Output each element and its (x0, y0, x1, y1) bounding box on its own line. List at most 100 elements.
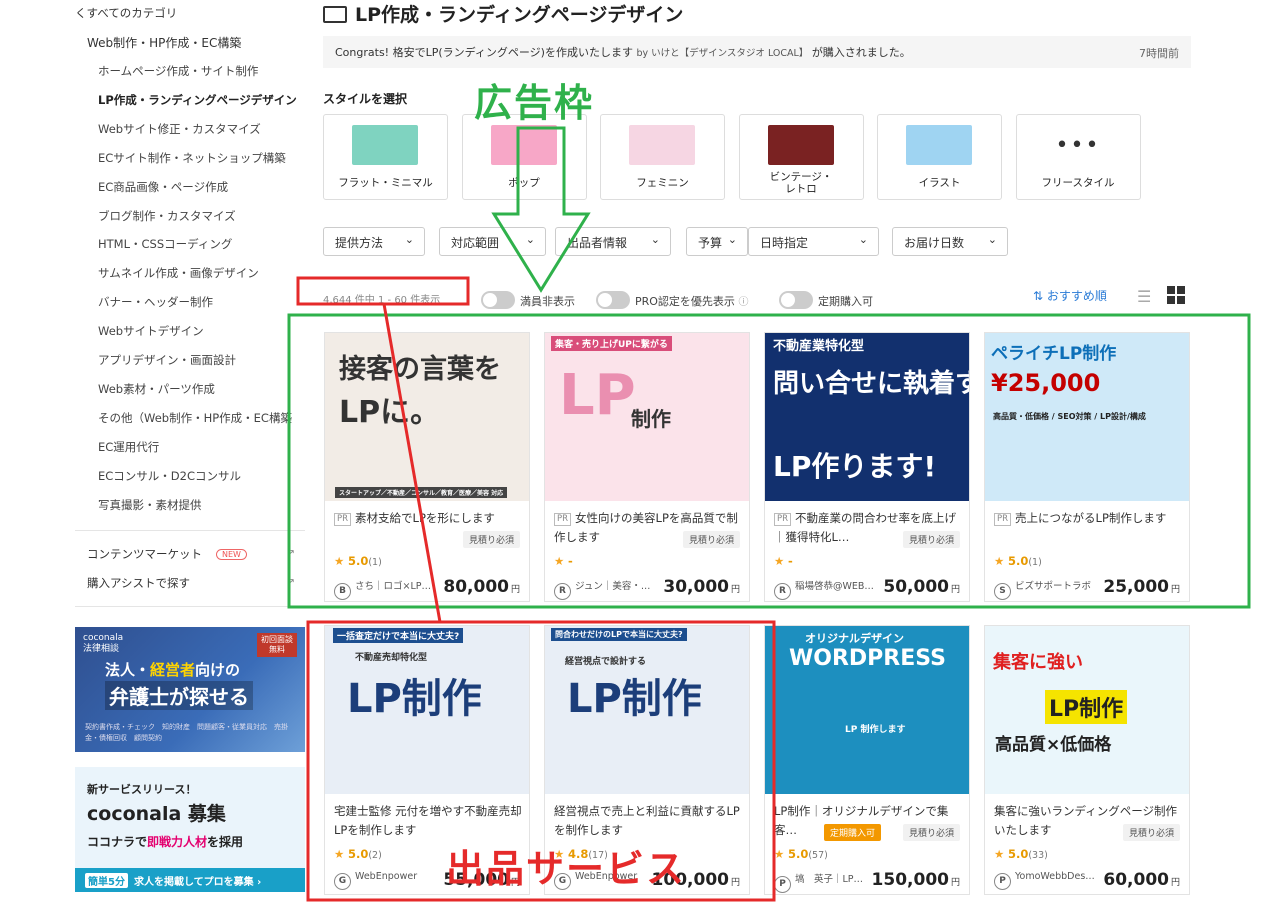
service-card[interactable]: ペライチLP制作 ¥25,000 高品質・低価格 / SEO対策 / LP設計/構成… (984, 332, 1190, 602)
rating-value: 5.0 (1007, 554, 1029, 568)
notice-service-link[interactable]: 格安でLP(ランディングページ)を作成いたします (393, 46, 633, 59)
content-market-link[interactable]: コンテンツマーケット NEW (87, 546, 247, 562)
seller-avatar: B (334, 583, 351, 600)
style-thumbnail (629, 125, 695, 165)
all-categories-link[interactable]: くすべてのカテゴリ (75, 5, 177, 21)
thumbnail-text: 高品質×低価格 (995, 735, 1112, 755)
purchase-assist-link[interactable]: 購入アシストで探す (87, 575, 190, 591)
service-card[interactable]: 一括査定だけで本当に大丈夫? LP制作 不動産売却特化型宅建士監修 元付を増やす不動… (324, 625, 530, 895)
toggle-switch[interactable] (596, 291, 630, 309)
style-option[interactable]: フラット・ミニマル (323, 114, 448, 200)
service-thumbnail[interactable]: ペライチLP制作 ¥25,000 高品質・低価格 / SEO対策 / LP設計/構成 (985, 333, 1189, 501)
sort-dropdown[interactable]: ⇅ おすすめ順 (1033, 287, 1107, 304)
service-card[interactable]: 集客に強い LP制作 高品質×低価格 集客に強いランディングページ制作いたします 見積り… (984, 625, 1190, 895)
sidebar-category-item[interactable]: Webサイト修正・カスタマイズ (98, 121, 261, 137)
sidebar-category-item[interactable]: LP作成・ランディングページデザイン (98, 92, 297, 108)
sidebar-category-item[interactable]: バナー・ヘッダー制作 (98, 294, 213, 310)
service-card[interactable]: 接客の言葉を LPに。 スタートアップ／不動産／コンサル／教育／医療／美容 対応 PR… (324, 332, 530, 602)
price-value: 25,000 (1103, 577, 1169, 597)
filter-label: 日時指定 (760, 236, 809, 250)
filter-dropdown[interactable]: 提供方法 ⌄ (323, 227, 425, 256)
rating-value: - (787, 554, 793, 568)
thumbnail-text: LP制作 (567, 676, 702, 722)
toggle-switch[interactable] (481, 291, 515, 309)
style-option-label: フェミニン (636, 177, 689, 189)
star-icon: ★ (994, 554, 1008, 568)
recruit-ad-banner[interactable]: 新サービスリリース！ coconala 募集 ココナラで即戦力人材を採用 簡単5… (75, 767, 305, 892)
service-thumbnail[interactable]: 問合わせだけのLPで本当に大丈夫? LP制作 経営視点で設計する (545, 626, 749, 794)
seller-name: 塙 英子｜LP… (795, 874, 864, 885)
sidebar-category-item[interactable]: サムネイル作成・画像デザイン (98, 265, 259, 281)
sidebar-category-item[interactable]: Web素材・パーツ作成 (98, 381, 215, 397)
list-view-icon[interactable]: ☰ (1137, 287, 1151, 306)
sidebar-category-item[interactable]: HTML・CSSコーディング (98, 236, 232, 252)
sidebar-category-item[interactable]: EC商品画像・ページ作成 (98, 179, 228, 195)
service-thumbnail[interactable]: 一括査定だけで本当に大丈夫? LP制作 不動産売却特化型 (325, 626, 529, 794)
filter-dropdown[interactable]: 出品者情報 ⌄ (555, 227, 671, 256)
service-thumbnail[interactable]: オリジナルデザイン WORDPRESS LP 制作します (765, 626, 969, 794)
style-option[interactable]: ポップ (461, 114, 587, 200)
seller-name: WebEnpower (355, 871, 418, 882)
parent-category-link[interactable]: Web制作・HP作成・EC構築 (87, 34, 241, 51)
filter-dropdown[interactable]: 対応範囲 ⌄ (439, 227, 546, 256)
seller-link[interactable]: P YomoWebbDes… (994, 871, 1104, 890)
sidebar-category-item[interactable]: EC運用代行 (98, 439, 159, 455)
seller-link[interactable]: B さち｜ロゴ×LP… (334, 578, 444, 600)
rating-value: 5.0 (787, 847, 809, 861)
sidebar-category-item[interactable]: その他（Web制作・HP作成・EC構築 (98, 410, 292, 426)
service-thumbnail[interactable]: 集客に強い LP制作 高品質×低価格 (985, 626, 1189, 794)
style-option[interactable]: ビンテージ・レトロ (738, 114, 864, 200)
filter-dropdown[interactable]: お届け日数 ⌄ (892, 227, 1008, 256)
seller-name: YomoWebbDes… (1015, 871, 1095, 882)
sidebar-category-item[interactable]: ECサイト制作・ネットショップ構築 (98, 150, 286, 166)
sidebar-category-item[interactable]: ホームページ作成・サイト制作 (98, 63, 258, 79)
sidebar-category-item[interactable]: 写真撮影・素材提供 (98, 497, 202, 513)
style-option[interactable]: フェミニン (600, 114, 725, 200)
rating: ★ - (554, 554, 573, 568)
ad-text: 向けの (195, 661, 241, 679)
service-title[interactable]: PR 売上につながるLP制作します (994, 509, 1184, 547)
pr-badge: PR (334, 513, 352, 526)
ad-cta[interactable]: 簡単5分 求人を掲載してプロを募集 › (75, 868, 305, 892)
seller-link[interactable]: P 塙 英子｜LP… (774, 871, 884, 893)
grid-view-icon[interactable] (1167, 286, 1185, 304)
seller-link[interactable]: S ビズサポートラボ (994, 578, 1104, 600)
currency-label: 円 (950, 585, 960, 595)
sidebar-category-item[interactable]: ECコンサル・D2Cコンサル (98, 468, 241, 484)
lawyer-ad-banner[interactable]: coconala 法律相談 初回面談 無料 法人・経営者向けの 弁護士が探せる … (75, 627, 305, 752)
seller-avatar: P (994, 873, 1011, 890)
notice-seller[interactable]: by いけと【デザインスタジオ LOCAL】 (636, 48, 808, 59)
service-thumbnail[interactable]: 不動産業特化型問い合せに執着する LP作ります! (765, 333, 969, 501)
notice-prefix: Congrats! (335, 46, 390, 59)
hide-full-toggle[interactable]: 満員非表示 (481, 291, 575, 309)
service-thumbnail[interactable]: 集客・売り上げUPに繋がる LP 制作 (545, 333, 749, 501)
service-card[interactable]: オリジナルデザイン WORDPRESS LP 制作します LP制作｜オリジナルデザイン… (764, 625, 970, 895)
seller-link[interactable]: G WebEnpower (334, 871, 444, 890)
sidebar-category-item[interactable]: アプリデザイン・画面設計 (98, 352, 236, 368)
sidebar-category-item[interactable]: Webサイトデザイン (98, 323, 204, 339)
service-thumbnail[interactable]: 接客の言葉を LPに。 スタートアップ／不動産／コンサル／教育／医療／美容 対応 (325, 333, 529, 501)
filter-dropdown[interactable]: 日時指定 ⌄ (748, 227, 879, 256)
filter-dropdown[interactable]: 予算 ⌄ (686, 227, 748, 256)
style-option[interactable]: イラスト (877, 114, 1002, 200)
thumbnail-text: 一括査定だけで本当に大丈夫? (333, 628, 464, 643)
service-title[interactable]: 宅建士監修 元付を増やす不動産売却LPを制作します (334, 802, 524, 840)
service-card[interactable]: 不動産業特化型問い合せに執着するLP作ります!PR不動産業の問合わせ率を底上げ｜… (764, 332, 970, 602)
seller-link[interactable]: R 稲場啓恭@WEB… (774, 578, 884, 600)
star-icon: ★ (554, 554, 568, 568)
sidebar-category-item[interactable]: ブログ制作・カスタマイズ (98, 208, 236, 224)
service-title[interactable]: 経営視点で売上と利益に貢献するLPを制作します (554, 802, 744, 840)
pro-priority-toggle[interactable]: PRO認定を優先表示 ⓘ (596, 291, 748, 309)
toggle-switch[interactable] (779, 291, 813, 309)
thumbnail-text: LP制作 (1045, 690, 1128, 724)
service-card[interactable]: 問合わせだけのLPで本当に大丈夫? LP制作 経営視点で設計する経営視点で売上と利益… (544, 625, 750, 895)
price: 100,000 円 (652, 870, 740, 890)
service-card[interactable]: 集客・売り上げUPに繋がる LP 制作 PR 女性向けの美容LPを高品質で制作します 見積… (544, 332, 750, 602)
seller-link[interactable]: G WebEnpower (554, 871, 664, 890)
seller-link[interactable]: R ジュン｜美容・… (554, 578, 664, 600)
thumbnail-text: 高品質・低価格 / SEO対策 / LP設計/構成 (993, 412, 1146, 421)
style-option[interactable]: ••• フリースタイル (1015, 114, 1141, 200)
help-icon[interactable]: ⓘ (738, 297, 748, 308)
sidebar-divider (75, 530, 305, 531)
subscription-toggle[interactable]: 定期購入可 (779, 291, 873, 309)
